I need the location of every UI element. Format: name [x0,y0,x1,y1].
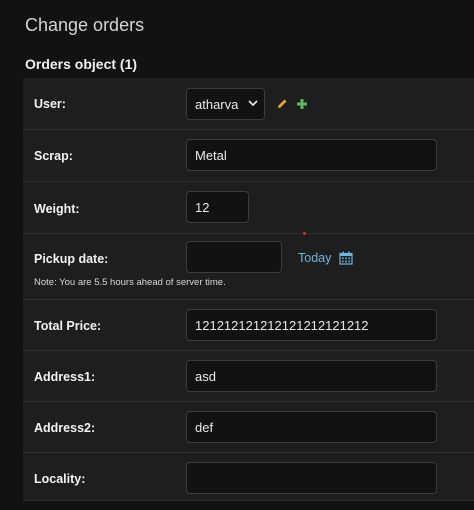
scrap-label: Scrap: [34,149,73,163]
calendar-icon[interactable] [338,250,354,266]
total-price-input[interactable]: 121212121212121212121212 [186,309,437,341]
order-form: User: atharva Scrap: Metal Weight: 12 Pi… [23,78,474,501]
weight-input[interactable]: 12 [186,191,249,223]
fieldset-title: Orders object (1) [25,56,138,72]
address2-label: Address2: [34,421,96,435]
total-price-label: Total Price: [34,319,102,333]
form-row-user: User: atharva [23,78,474,130]
form-row-weight: Weight: 12 [23,182,474,235]
form-row-total-price: Total Price: 121212121212121212121212 [23,300,474,351]
form-row-locality: Locality: [23,453,474,501]
form-row-pickup-date: Pickup date: Today Note: You are 5.5 hou… [23,234,474,300]
scrap-input[interactable]: Metal [186,139,437,171]
weight-label: Weight: [34,202,80,216]
chevron-down-icon [248,99,258,110]
plus-icon[interactable] [295,97,309,111]
user-select[interactable]: atharva [186,88,265,120]
change-orders-page: Change orders Orders object (1) User: at… [0,0,474,510]
address1-input[interactable]: asd [186,360,437,392]
address1-label: Address1: [34,370,96,384]
pencil-icon[interactable] [275,97,289,111]
form-row-scrap: Scrap: Metal [23,130,474,182]
locality-input[interactable] [186,462,437,494]
page-title: Change orders [25,15,145,35]
today-link[interactable]: Today [298,251,331,265]
user-label: User: [34,97,66,111]
pickup-date-input[interactable] [186,241,282,273]
locality-label: Locality: [34,472,86,486]
pickup-date-label: Pickup date: [34,252,109,266]
form-row-address2: Address2: def [23,402,474,453]
user-select-value: atharva [195,96,239,112]
form-row-address1: Address1: asd [23,351,474,402]
address2-input[interactable]: def [186,411,437,443]
timezone-note: Note: You are 5.5 hours ahead of server … [34,277,226,288]
